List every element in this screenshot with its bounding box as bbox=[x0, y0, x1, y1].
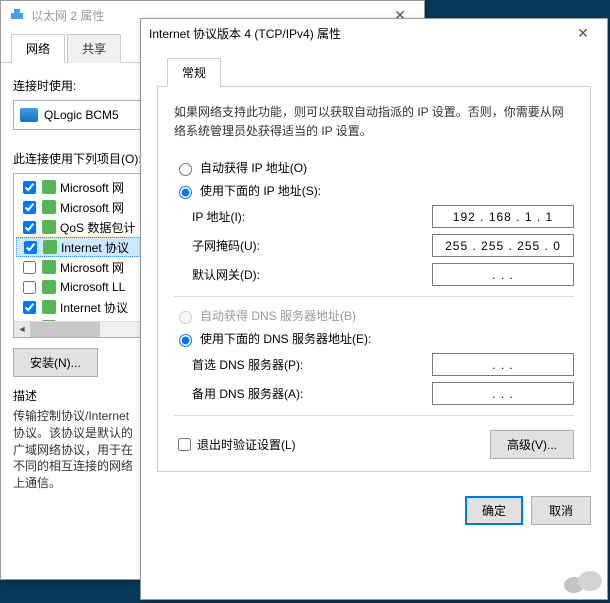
protocol-icon bbox=[42, 220, 56, 234]
validate-checkbox[interactable] bbox=[178, 438, 191, 451]
protocol-icon bbox=[42, 260, 56, 274]
scroll-thumb[interactable] bbox=[30, 322, 100, 338]
advanced-button[interactable]: 高级(V)... bbox=[490, 430, 574, 459]
scroll-left-arrow[interactable]: ◄ bbox=[14, 322, 30, 338]
radio-auto-dns-label: 自动获得 DNS 服务器地址(B) bbox=[200, 307, 356, 324]
list-item-checkbox[interactable] bbox=[23, 281, 36, 294]
list-item-checkbox[interactable] bbox=[23, 301, 36, 314]
tab-sharing[interactable]: 共享 bbox=[67, 34, 121, 63]
list-item-label: Internet 协议 bbox=[60, 299, 128, 316]
protocol-icon bbox=[42, 300, 56, 314]
tab-networking[interactable]: 网络 bbox=[11, 34, 65, 63]
list-item-label: Microsoft 网 bbox=[60, 259, 124, 276]
protocol-icon bbox=[42, 280, 56, 294]
protocol-icon bbox=[42, 180, 56, 194]
protocol-icon bbox=[43, 240, 57, 254]
radio-manual-dns[interactable] bbox=[179, 334, 192, 347]
gateway-label: 默认网关(D): bbox=[192, 266, 432, 283]
tab-general[interactable]: 常规 bbox=[167, 58, 221, 87]
ip-address-label: IP 地址(I): bbox=[192, 208, 432, 225]
radio-auto-ip-row[interactable]: 自动获得 IP 地址(O) bbox=[174, 159, 574, 176]
dns2-label: 备用 DNS 服务器(A): bbox=[192, 385, 432, 402]
info-text: 如果网络支持此功能，则可以获取自动指派的 IP 设置。否则，你需要从网络系统管理… bbox=[174, 103, 574, 141]
adapter-icon bbox=[9, 7, 25, 23]
list-item-checkbox[interactable] bbox=[23, 201, 36, 214]
list-item-checkbox[interactable] bbox=[23, 261, 36, 274]
validate-on-exit-row[interactable]: 退出时验证设置(L) bbox=[174, 435, 296, 454]
watermark-icon bbox=[562, 567, 604, 597]
ipv4-properties-window: Internet 协议版本 4 (TCP/IPv4) 属性 ✕ 常规 如果网络支… bbox=[140, 18, 608, 600]
radio-manual-ip-row[interactable]: 使用下面的 IP 地址(S): bbox=[174, 182, 574, 199]
radio-manual-dns-label: 使用下面的 DNS 服务器地址(E): bbox=[200, 330, 371, 347]
radio-auto-ip-label: 自动获得 IP 地址(O) bbox=[200, 159, 307, 176]
radio-auto-dns-row: 自动获得 DNS 服务器地址(B) bbox=[174, 307, 574, 324]
radio-manual-dns-row[interactable]: 使用下面的 DNS 服务器地址(E): bbox=[174, 330, 574, 347]
dns1-input[interactable]: . . . bbox=[432, 353, 574, 376]
list-item-label: QoS 数据包计 bbox=[60, 219, 135, 236]
cancel-button[interactable]: 取消 bbox=[531, 496, 591, 525]
radio-manual-ip[interactable] bbox=[179, 186, 192, 199]
radio-auto-ip[interactable] bbox=[179, 163, 192, 176]
ok-button[interactable]: 确定 bbox=[465, 496, 523, 525]
list-item-label: Microsoft 网 bbox=[60, 199, 124, 216]
window-title: Internet 协议版本 4 (TCP/IPv4) 属性 bbox=[149, 25, 563, 42]
subnet-mask-input[interactable]: 255 . 255 . 255 . 0 bbox=[432, 234, 574, 257]
protocol-icon bbox=[42, 200, 56, 214]
dns2-input[interactable]: . . . bbox=[432, 382, 574, 405]
description-text: 传输控制协议/Internet 协议。该协议是默认的广域网络协议，用于在不同的相… bbox=[13, 408, 143, 492]
subnet-mask-label: 子网掩码(U): bbox=[192, 237, 432, 254]
general-panel: 如果网络支持此功能，则可以获取自动指派的 IP 设置。否则，你需要从网络系统管理… bbox=[157, 86, 591, 472]
dns1-label: 首选 DNS 服务器(P): bbox=[192, 356, 432, 373]
titlebar: Internet 协议版本 4 (TCP/IPv4) 属性 ✕ bbox=[141, 19, 607, 47]
list-item-checkbox[interactable] bbox=[24, 241, 37, 254]
validate-label: 退出时验证设置(L) bbox=[197, 436, 296, 453]
network-adapter-icon bbox=[20, 108, 38, 122]
ip-address-input[interactable]: 192 . 168 . 1 . 1 bbox=[432, 205, 574, 228]
gateway-input[interactable]: . . . bbox=[432, 263, 574, 286]
list-item-checkbox[interactable] bbox=[23, 181, 36, 194]
radio-auto-dns bbox=[179, 311, 192, 324]
close-button[interactable]: ✕ bbox=[563, 21, 603, 45]
radio-manual-ip-label: 使用下面的 IP 地址(S): bbox=[200, 182, 321, 199]
list-item-label: Microsoft 网 bbox=[60, 179, 124, 196]
list-item-label: Microsoft LL bbox=[60, 280, 125, 294]
list-item-checkbox[interactable] bbox=[23, 221, 36, 234]
install-button[interactable]: 安装(N)... bbox=[13, 348, 98, 377]
adapter-name: QLogic BCM5 bbox=[44, 108, 119, 122]
list-item-label: Internet 协议 bbox=[61, 239, 129, 256]
